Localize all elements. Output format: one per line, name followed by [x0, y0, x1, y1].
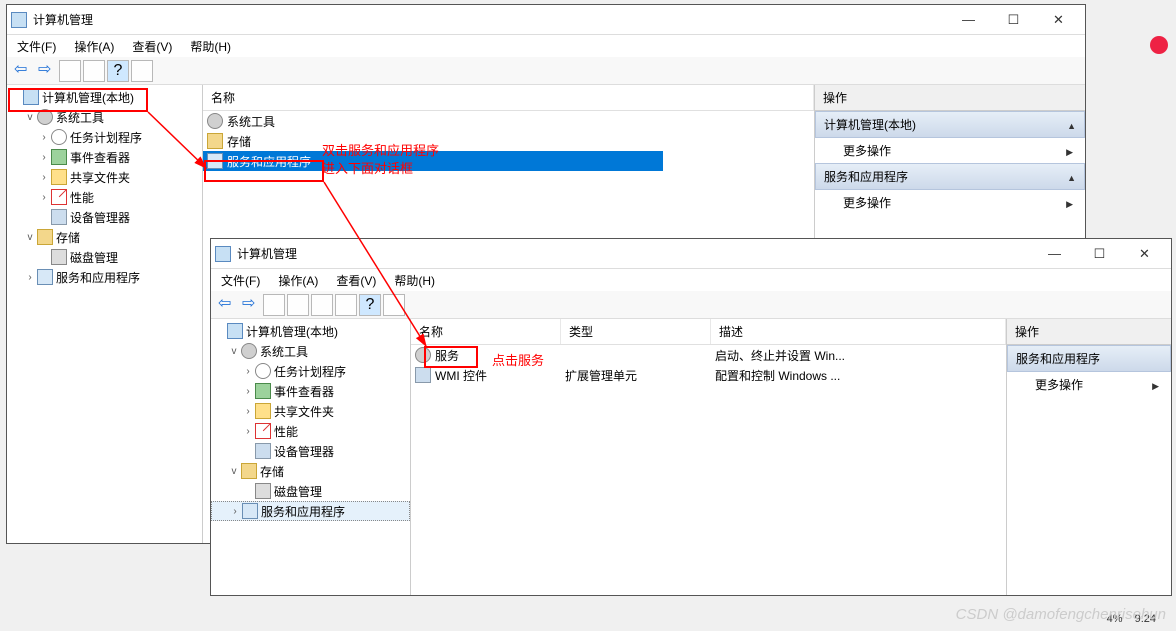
tree-perf-label: 性能 [70, 189, 94, 206]
window-compmgmt-2: 计算机管理 — ☐ ✕ 文件(F) 操作(A) 查看(V) 帮助(H) ⇦ ⇨ … [210, 238, 1172, 596]
col-desc[interactable]: 描述 [711, 319, 1006, 344]
toolbar-btn-2[interactable] [83, 60, 105, 82]
tree-disk[interactable]: 磁盘管理 [211, 481, 410, 501]
list-row-systools[interactable]: 系统工具 [203, 111, 814, 131]
tree-disk[interactable]: 磁盘管理 [7, 247, 202, 267]
actions-more-1[interactable]: 更多操作 [815, 138, 1085, 163]
window-title: 计算机管理 [237, 245, 1032, 262]
tree-systools[interactable]: v系统工具 [211, 341, 410, 361]
help-icon[interactable]: ? [359, 294, 381, 316]
toolbar-btn-3[interactable] [311, 294, 333, 316]
actions-more-1[interactable]: 更多操作 [1007, 372, 1171, 397]
nav-forward-button[interactable]: ⇨ [35, 60, 57, 82]
actions-group-svcapp[interactable]: 服务和应用程序 [1007, 345, 1171, 372]
minimize-button[interactable]: — [946, 5, 991, 34]
tree-svcapp-label: 服务和应用程序 [56, 269, 140, 286]
tree-perf[interactable]: ›性能 [211, 421, 410, 441]
titlebar[interactable]: 计算机管理 — ☐ ✕ [211, 239, 1171, 269]
tree-pane: 计算机管理(本地) v系统工具 ›任务计划程序 ›事件查看器 ›共享文件夹 ›性… [7, 85, 203, 543]
toolbar-btn-4[interactable] [335, 294, 357, 316]
list-row-svcapp[interactable]: 服务和应用程序 [203, 151, 663, 171]
chevron-right-icon [1066, 196, 1073, 210]
chevron-right-icon [1152, 378, 1159, 392]
menu-view[interactable]: 查看(V) [330, 270, 382, 291]
actions-more-2[interactable]: 更多操作 [815, 190, 1085, 215]
nav-back-button[interactable]: ⇦ [11, 60, 33, 82]
actions-header: 操作 [1007, 319, 1171, 345]
tree-share-label: 共享文件夹 [70, 169, 130, 186]
col-type[interactable]: 类型 [561, 319, 711, 344]
app-icon [215, 246, 231, 262]
maximize-button[interactable]: ☐ [1077, 239, 1122, 268]
tree-systools-label: 系统工具 [56, 109, 104, 126]
tree-storage[interactable]: v存储 [7, 227, 202, 247]
tree-event[interactable]: ›事件查看器 [211, 381, 410, 401]
menu-file[interactable]: 文件(F) [11, 36, 62, 57]
toolbar-btn-2[interactable] [287, 294, 309, 316]
tree-svcapp[interactable]: ›服务和应用程序 [211, 501, 410, 521]
menubar: 文件(F) 操作(A) 查看(V) 帮助(H) [211, 269, 1171, 291]
tree-root-label: 计算机管理(本地) [42, 89, 134, 106]
app-icon [11, 12, 27, 28]
tree-disk-label: 磁盘管理 [70, 249, 118, 266]
tree-task[interactable]: ›任务计划程序 [7, 127, 202, 147]
maximize-button[interactable]: ☐ [991, 5, 1036, 34]
menubar: 文件(F) 操作(A) 查看(V) 帮助(H) [7, 35, 1085, 57]
tree-share[interactable]: ›共享文件夹 [211, 401, 410, 421]
toolbar: ⇦ ⇨ ? [7, 57, 1085, 85]
watermark: CSDN @damofengchenrisehun [956, 606, 1166, 623]
actions-group-local[interactable]: 计算机管理(本地) [815, 111, 1085, 138]
tree-systools[interactable]: v系统工具 [7, 107, 202, 127]
collapse-icon [1067, 118, 1076, 132]
tree-task-label: 任务计划程序 [70, 129, 142, 146]
collapse-icon [1067, 170, 1076, 184]
menu-action[interactable]: 操作(A) [272, 270, 324, 291]
toolbar: ⇦ ⇨ ? [211, 291, 1171, 319]
tree-devmgr[interactable]: 设备管理器 [7, 207, 202, 227]
toolbar-btn-1[interactable] [263, 294, 285, 316]
list-row-services[interactable]: 服务 启动、终止并设置 Win... [411, 345, 1006, 365]
help-icon[interactable]: ? [107, 60, 129, 82]
toolbar-btn-1[interactable] [59, 60, 81, 82]
col-name[interactable]: 名称 [411, 319, 561, 344]
col-name[interactable]: 名称 [203, 85, 814, 110]
wmi-icon [415, 367, 431, 383]
chevron-right-icon [1066, 144, 1073, 158]
tree-devmgr[interactable]: 设备管理器 [211, 441, 410, 461]
tree-root[interactable]: 计算机管理(本地) [7, 87, 202, 107]
list-row-wmi[interactable]: WMI 控件 扩展管理单元 配置和控制 Windows ... [411, 365, 1006, 385]
window-title: 计算机管理 [33, 11, 946, 28]
menu-file[interactable]: 文件(F) [215, 270, 266, 291]
nav-back-button[interactable]: ⇦ [215, 294, 237, 316]
tree-event[interactable]: ›事件查看器 [7, 147, 202, 167]
tree-event-label: 事件查看器 [70, 149, 130, 166]
tree-svcapp[interactable]: ›服务和应用程序 [7, 267, 202, 287]
toolbar-btn-3[interactable] [131, 60, 153, 82]
tree-storage[interactable]: v存储 [211, 461, 410, 481]
toolbar-btn-5[interactable] [383, 294, 405, 316]
list-pane: 名称 类型 描述 服务 启动、终止并设置 Win... WMI 控件 扩展管理单… [411, 319, 1007, 595]
actions-group-svcapp[interactable]: 服务和应用程序 [815, 163, 1085, 190]
external-red-dot [1150, 36, 1168, 54]
close-button[interactable]: ✕ [1036, 5, 1081, 34]
tree-storage-label: 存储 [56, 229, 80, 246]
titlebar[interactable]: 计算机管理 — ☐ ✕ [7, 5, 1085, 35]
tree-perf[interactable]: ›性能 [7, 187, 202, 207]
actions-pane: 操作 服务和应用程序 更多操作 [1007, 319, 1171, 595]
menu-action[interactable]: 操作(A) [68, 36, 120, 57]
tree-pane: 计算机管理(本地) v系统工具 ›任务计划程序 ›事件查看器 ›共享文件夹 ›性… [211, 319, 411, 595]
tree-task[interactable]: ›任务计划程序 [211, 361, 410, 381]
menu-view[interactable]: 查看(V) [126, 36, 178, 57]
menu-help[interactable]: 帮助(H) [184, 36, 237, 57]
minimize-button[interactable]: — [1032, 239, 1077, 268]
tree-devmgr-label: 设备管理器 [70, 209, 130, 226]
nav-forward-button[interactable]: ⇨ [239, 294, 261, 316]
close-button[interactable]: ✕ [1122, 239, 1167, 268]
menu-help[interactable]: 帮助(H) [388, 270, 441, 291]
services-icon [415, 347, 431, 363]
tree-share[interactable]: ›共享文件夹 [7, 167, 202, 187]
actions-header: 操作 [815, 85, 1085, 111]
tree-root[interactable]: 计算机管理(本地) [211, 321, 410, 341]
list-row-storage[interactable]: 存储 [203, 131, 814, 151]
